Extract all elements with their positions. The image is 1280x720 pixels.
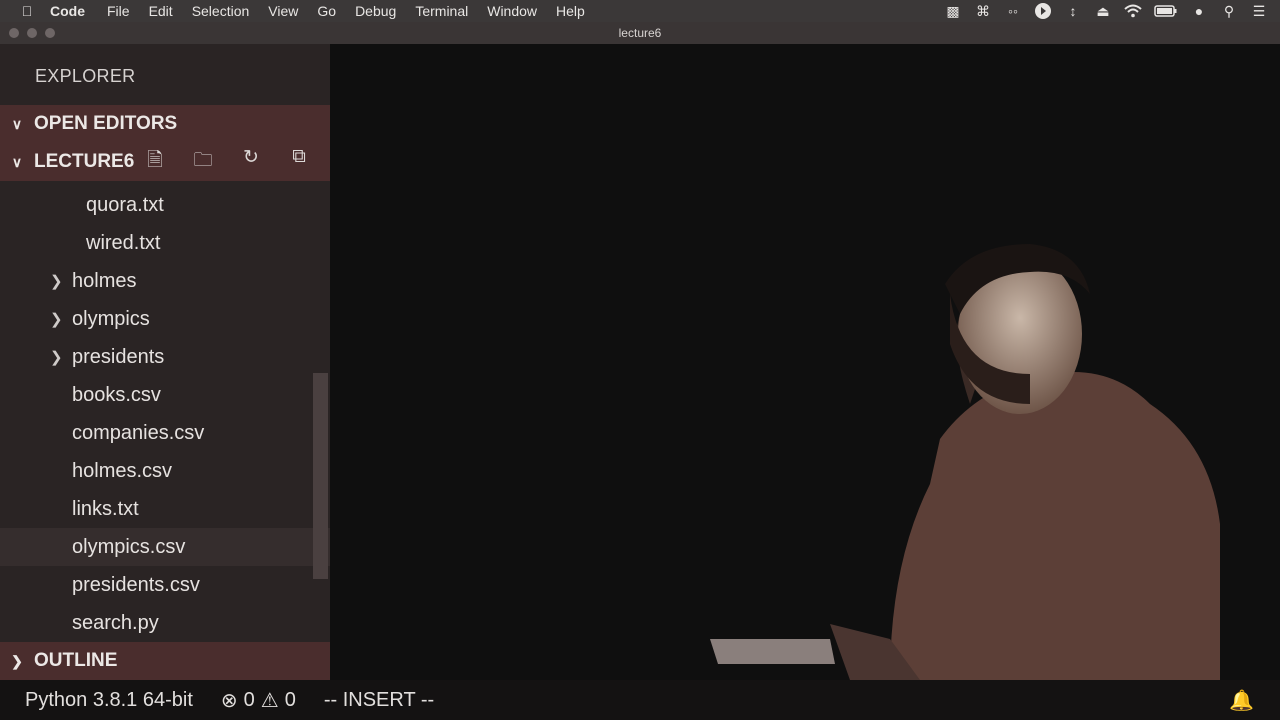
sidebar-scrollbar[interactable] <box>313 373 328 579</box>
apple-icon[interactable]:  <box>18 3 36 19</box>
eject-icon[interactable]: ⏏ <box>1094 3 1112 20</box>
chevron-down-icon: ∨ <box>11 153 23 170</box>
play-circle-icon[interactable] <box>1034 2 1052 20</box>
tree-item-label: presidents <box>72 345 165 368</box>
refresh-icon[interactable]: ↻ <box>234 146 268 178</box>
window-titlebar: lecture6 <box>0 22 1280 44</box>
menu-edit[interactable]: Edit <box>149 3 173 19</box>
wifi-icon[interactable] <box>1124 4 1142 18</box>
file-wired-txt[interactable]: wired.txt <box>0 224 330 262</box>
outline-label: OUTLINE <box>34 650 118 671</box>
command-icon[interactable]: ⌘ <box>974 3 992 20</box>
python-interpreter[interactable]: Python 3.8.1 64-bit <box>25 689 193 712</box>
status-bar: Python 3.8.1 64-bit ⊗ 0 ⚠ 0 -- INSERT --… <box>0 680 1280 720</box>
menu-selection[interactable]: Selection <box>192 3 250 19</box>
tree-item-label: holmes.csv <box>72 459 173 482</box>
tree-item-label: quora.txt <box>86 193 164 216</box>
folder-label: LECTURE6 <box>34 151 135 172</box>
folder-actions: 🗎 🗀 ↻ ⧉ <box>138 146 316 178</box>
menu-go[interactable]: Go <box>317 3 336 19</box>
new-folder-icon[interactable]: 🗀 <box>186 146 220 178</box>
folder-olympics[interactable]: ❯ olympics <box>0 300 330 338</box>
folder-header-lecture6[interactable]: ∨ LECTURE6 🗎 🗀 ↻ ⧉ <box>0 143 330 181</box>
menu-help[interactable]: Help <box>556 3 585 19</box>
menu-view[interactable]: View <box>268 3 298 19</box>
file-books-csv[interactable]: books.csv <box>0 376 330 414</box>
scroll-icon[interactable]: ↕ <box>1064 3 1082 19</box>
menu-terminal[interactable]: Terminal <box>415 3 468 19</box>
chevron-right-icon: ❯ <box>50 273 63 290</box>
file-search-py[interactable]: search.py <box>0 604 330 642</box>
folder-holmes[interactable]: ❯ holmes <box>0 262 330 300</box>
presenter-image <box>710 244 1220 680</box>
docker-icon[interactable]: ▩ <box>944 3 962 20</box>
editor-area[interactable]: ☝ <box>330 44 1280 680</box>
search-icon[interactable]: ⚲ <box>1220 3 1238 20</box>
tree-item-label: links.txt <box>72 497 139 520</box>
tree-item-label: holmes <box>72 269 137 292</box>
menu-debug[interactable]: Debug <box>355 3 396 19</box>
chevron-down-icon: ∨ <box>11 115 23 132</box>
file-tree: quora.txt wired.txt ❯ holmes ❯ olympics … <box>0 186 330 642</box>
open-editors-label: OPEN EDITORS <box>34 113 178 134</box>
tree-item-label: olympics.csv <box>72 535 186 558</box>
window-title: lecture6 <box>618 26 662 40</box>
folder-presidents[interactable]: ❯ presidents <box>0 338 330 376</box>
warning-count: 0 <box>284 688 296 711</box>
chevron-right-icon: ❯ <box>11 652 23 669</box>
battery-icon[interactable] <box>1154 5 1178 17</box>
glasses-icon[interactable]: ◦◦ <box>1004 3 1022 19</box>
bell-icon[interactable]: 🔔 <box>1229 688 1254 713</box>
explorer-sidebar: EXPLORER ∨ OPEN EDITORS ∨ LECTURE6 🗎 🗀 ↻… <box>0 44 330 680</box>
problems-indicator[interactable]: ⊗ 0 ⚠ 0 <box>221 688 296 713</box>
file-olympics-csv[interactable]: olympics.csv <box>0 528 330 566</box>
error-icon: ⊗ <box>220 689 238 712</box>
chevron-right-icon: ❯ <box>50 311 63 328</box>
tree-item-label: olympics <box>72 307 150 330</box>
menu-bar:  Code File Edit Selection View Go Debug… <box>0 0 1280 22</box>
collapse-all-icon[interactable]: ⧉ <box>282 146 316 178</box>
error-count: 0 <box>243 688 255 711</box>
outline-header[interactable]: ❯ OUTLINE <box>0 642 330 680</box>
menu-bar-tray: ▩ ⌘ ◦◦ ↕ ⏏ ● ⚲ ☰ <box>944 0 1268 22</box>
warning-icon: ⚠ <box>260 689 279 712</box>
file-companies-csv[interactable]: companies.csv <box>0 414 330 452</box>
tree-item-label: wired.txt <box>86 231 161 254</box>
menu-app-name[interactable]: Code <box>50 3 85 19</box>
file-links-txt[interactable]: links.txt <box>0 490 330 528</box>
tree-item-label: books.csv <box>72 383 161 406</box>
file-presidents-csv[interactable]: presidents.csv <box>0 566 330 604</box>
file-quora-txt[interactable]: quora.txt <box>0 186 330 224</box>
explorer-title: EXPLORER <box>35 66 136 86</box>
tree-item-label: presidents.csv <box>72 573 200 596</box>
list-icon[interactable]: ☰ <box>1250 3 1268 20</box>
tree-item-label: companies.csv <box>72 421 205 444</box>
file-holmes-csv[interactable]: holmes.csv <box>0 452 330 490</box>
chevron-right-icon: ❯ <box>50 349 63 366</box>
vim-mode: -- INSERT -- <box>323 688 435 711</box>
menu-window[interactable]: Window <box>487 3 537 19</box>
open-editors-header[interactable]: ∨ OPEN EDITORS <box>0 105 330 143</box>
user-icon[interactable]: ● <box>1190 3 1208 19</box>
tree-item-label: search.py <box>72 611 159 634</box>
new-file-icon[interactable]: 🗎 <box>138 146 172 178</box>
menu-file[interactable]: File <box>107 3 130 19</box>
